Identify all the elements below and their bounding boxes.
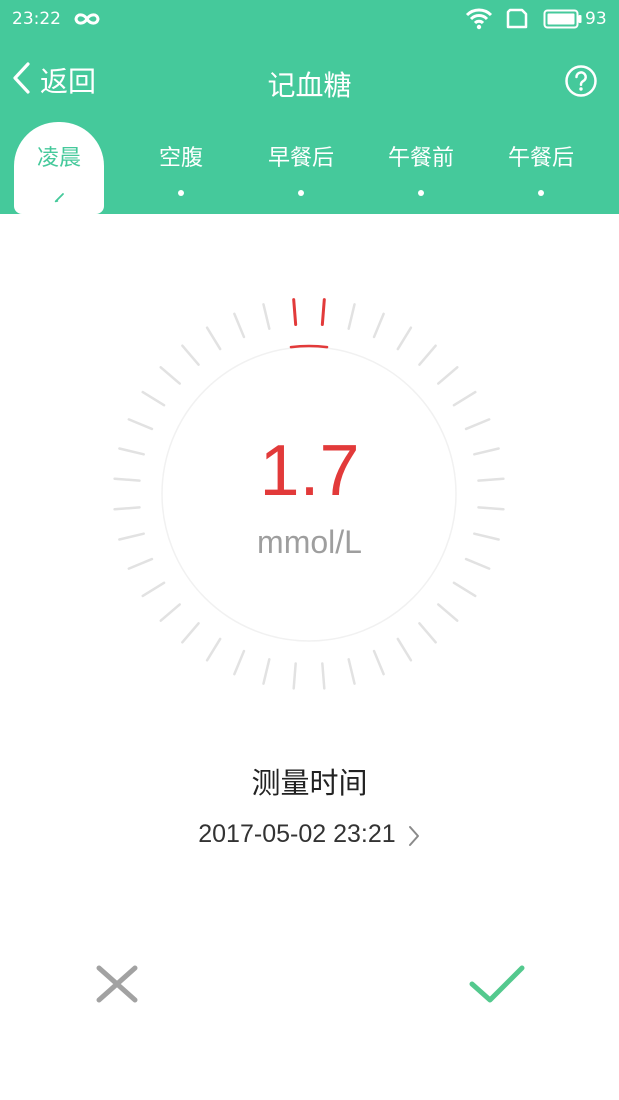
dial-tick — [159, 603, 181, 622]
help-button[interactable] — [564, 64, 598, 102]
dial-tick — [452, 581, 477, 598]
close-icon — [94, 965, 140, 1008]
dial-tick — [396, 326, 413, 351]
tab-label: 午餐前 — [387, 146, 454, 171]
dial-tick — [464, 418, 491, 431]
dial-tick-active — [292, 298, 298, 327]
tab-dot — [418, 190, 424, 196]
dial-tick — [181, 344, 200, 366]
tab-label: 早餐后 — [267, 146, 334, 171]
sim-icon — [505, 8, 529, 35]
dial-tick — [437, 366, 459, 385]
dial-tick — [205, 326, 222, 351]
tab-after-breakfast[interactable]: 早餐后 — [246, 122, 356, 214]
navigation-bar: 返回 记血糖 — [0, 50, 619, 110]
dial-tick — [452, 390, 477, 407]
status-time: 23:22 — [12, 9, 61, 29]
measurement-datetime: 2017-05-02 23:21 — [198, 820, 396, 848]
dial-tick — [418, 344, 437, 366]
check-icon — [466, 965, 528, 1012]
cancel-button[interactable] — [94, 964, 140, 1008]
tab-dot — [178, 190, 184, 196]
infinity-icon — [72, 9, 102, 34]
tab-early-morning[interactable]: 凌晨 — [14, 122, 104, 214]
measurement-time-title: 测量时间 — [251, 766, 368, 800]
measurement-time-picker[interactable]: 2017-05-02 23:21 — [0, 820, 619, 852]
dial-level-indicator — [289, 344, 329, 349]
dial-tick-active — [320, 298, 326, 327]
dial-tick — [181, 622, 200, 644]
confirm-button[interactable] — [466, 962, 528, 1012]
dial-tick — [347, 658, 356, 685]
dial-tick — [347, 303, 356, 330]
tab-before-lunch[interactable]: 午餐前 — [366, 122, 476, 214]
dial-tick — [292, 662, 297, 690]
dial-tick — [233, 312, 246, 339]
dial-tick — [372, 649, 385, 676]
chevron-right-icon — [407, 824, 421, 852]
tab-dot — [298, 190, 304, 196]
dial-tick — [437, 603, 459, 622]
page-title: 记血糖 — [267, 69, 352, 102]
battery-icon — [543, 8, 583, 35]
battery-level: 93 — [585, 9, 607, 29]
tab-label: 午餐后 — [507, 146, 574, 171]
tab-after-lunch[interactable]: 午餐后 — [486, 122, 596, 214]
tab-label: 空腹 — [158, 146, 203, 171]
dial-tick — [418, 622, 437, 644]
dial-tick — [372, 312, 385, 339]
tab-label: 凌晨 — [36, 146, 81, 171]
dial-tick — [141, 390, 166, 407]
dial-tick — [141, 581, 166, 598]
pencil-icon — [54, 188, 66, 207]
dial-tick — [159, 366, 181, 385]
dial-tick — [396, 637, 413, 662]
glucose-unit: mmol/L — [257, 524, 362, 560]
glucose-value: 1.7 — [259, 431, 360, 511]
wifi-icon — [465, 7, 493, 36]
app-header: 23:22 93 返回 记血糖 凌晨 空腹 早餐后 午餐前 午餐后 — [0, 0, 619, 214]
dial-tick — [233, 649, 246, 676]
dial-tick — [262, 303, 271, 330]
tab-fasting[interactable]: 空腹 — [136, 122, 226, 214]
dial-tick — [321, 662, 326, 690]
period-tabs: 凌晨 空腹 早餐后 午餐前 午餐后 — [0, 122, 619, 214]
dial-tick — [262, 658, 271, 685]
tab-dot — [538, 190, 544, 196]
status-bar: 23:22 93 — [0, 0, 619, 38]
dial-tick — [205, 637, 222, 662]
help-icon — [564, 65, 598, 102]
dial-tick — [127, 418, 154, 431]
